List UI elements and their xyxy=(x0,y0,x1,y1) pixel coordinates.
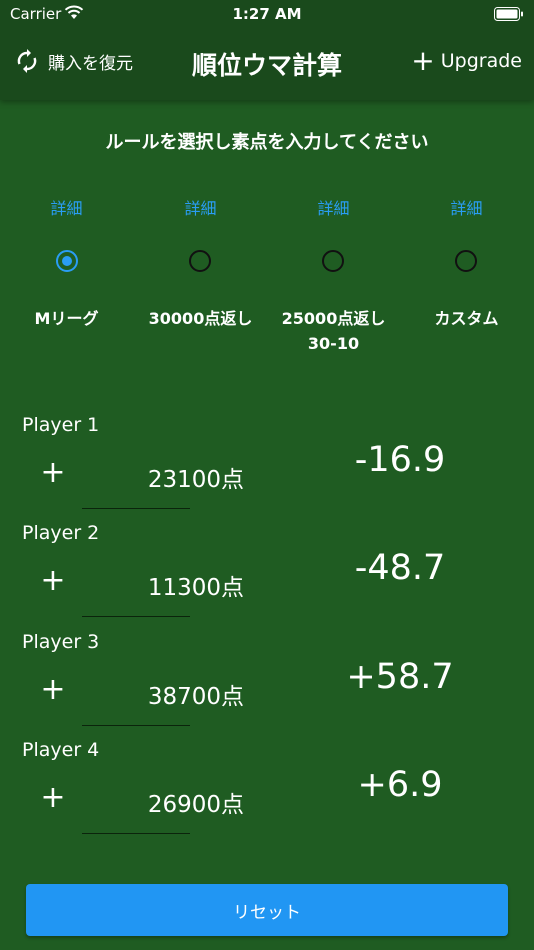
upgrade-label: Upgrade xyxy=(440,50,522,72)
rule-label-30000: 30000点返し xyxy=(148,309,253,328)
rule-detail-link-custom[interactable]: 詳細 xyxy=(400,195,533,219)
radio-25000[interactable] xyxy=(322,250,344,272)
reset-button[interactable]: リセット xyxy=(26,884,508,936)
battery-icon xyxy=(494,7,523,21)
player-3-label: Player 3 xyxy=(22,631,100,653)
radio-mleague[interactable] xyxy=(56,250,78,272)
rule-label-25000: 25000点返し 30-10 xyxy=(267,306,400,356)
refresh-icon xyxy=(17,49,37,73)
navigation-header: Carrier 1:27 AM 購入を復元 順位ウマ計算 + Upgrade xyxy=(0,0,534,100)
player-2-score-suffix: 00点 xyxy=(191,575,244,601)
player-2-result: -48.7 xyxy=(354,548,446,588)
rule-detail-link-mleague[interactable]: 詳細 xyxy=(0,195,133,219)
instruction-text: ルールを選択し素点を入力してください xyxy=(105,132,429,153)
player-2-score-underline xyxy=(82,616,190,617)
player-1-label: Player 1 xyxy=(22,414,100,436)
player-2-label: Player 2 xyxy=(22,522,100,544)
player-3-score-field[interactable]: 38700点 xyxy=(82,677,244,711)
player-1-score-input[interactable]: 231 xyxy=(148,467,192,493)
player-3-score-input[interactable]: 387 xyxy=(148,684,192,710)
player-1-score-suffix: 00点 xyxy=(191,467,244,493)
player-4-score-field[interactable]: 26900点 xyxy=(82,785,244,819)
player-4-label: Player 4 xyxy=(22,739,100,761)
player-3-result: +58.7 xyxy=(346,657,454,697)
player-4-result: +6.9 xyxy=(357,765,443,805)
player-4-plus-button[interactable]: + xyxy=(40,783,66,813)
player-1-score-field[interactable]: 23100点 xyxy=(82,460,244,494)
rule-label-25000-line2: 30-10 xyxy=(307,334,360,353)
player-1-plus-button[interactable]: + xyxy=(40,458,66,488)
player-3-score-suffix: 00点 xyxy=(191,684,244,710)
status-time: 1:27 AM xyxy=(232,5,302,23)
reset-button-label: リセット xyxy=(233,902,301,923)
restore-purchase-label: 購入を復元 xyxy=(48,53,133,74)
upgrade-button[interactable]: + Upgrade xyxy=(411,44,522,77)
player-4-score-input[interactable]: 269 xyxy=(148,792,192,818)
player-3-score-underline xyxy=(82,725,190,726)
player-2-score-field[interactable]: 11300点 xyxy=(82,568,244,602)
player-2-plus-button[interactable]: + xyxy=(40,566,66,596)
rule-detail-link-30000[interactable]: 詳細 xyxy=(134,195,267,219)
rule-label-mleague: Mリーグ xyxy=(34,309,99,328)
status-bar: Carrier 1:27 AM xyxy=(0,0,534,28)
player-4-score-underline xyxy=(82,833,190,834)
player-1-result: -16.9 xyxy=(354,440,446,480)
player-4-score-suffix: 00点 xyxy=(191,792,244,818)
plus-icon: + xyxy=(411,44,435,77)
player-1-score-underline xyxy=(82,508,190,509)
player-3-plus-button[interactable]: + xyxy=(40,675,66,705)
rule-label-custom: カスタム xyxy=(434,309,499,328)
rule-detail-link-25000[interactable]: 詳細 xyxy=(267,195,400,219)
rule-label-25000-line1: 25000点返し xyxy=(281,309,386,328)
player-2-score-input[interactable]: 113 xyxy=(148,575,192,601)
radio-custom[interactable] xyxy=(455,250,477,272)
nav-bar: 購入を復元 順位ウマ計算 + Upgrade xyxy=(0,40,534,88)
restore-purchase-button[interactable]: 購入を復元 xyxy=(14,48,133,74)
radio-30000[interactable] xyxy=(189,250,211,272)
